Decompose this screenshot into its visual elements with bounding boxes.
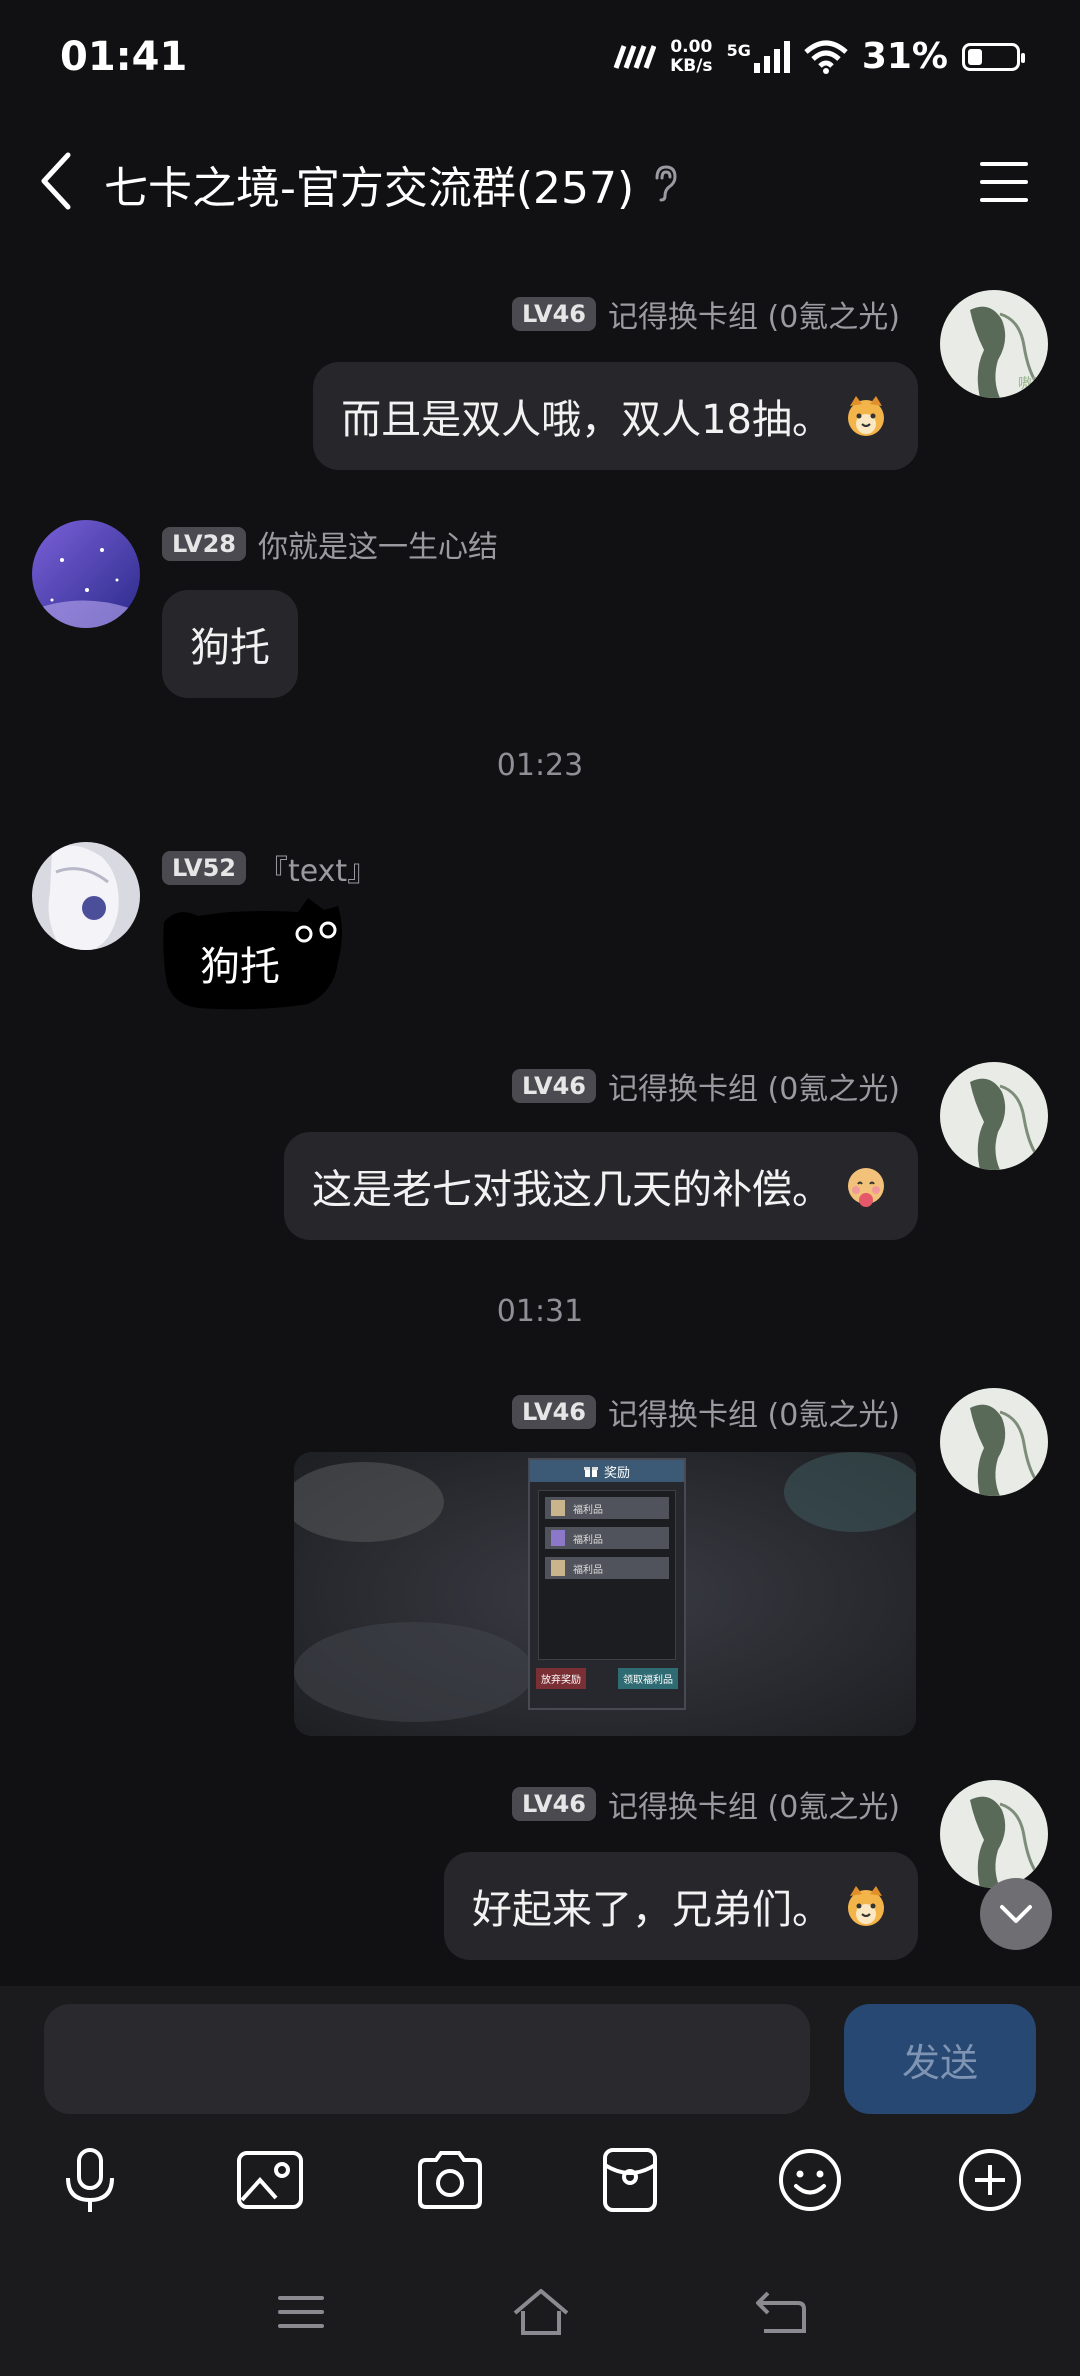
sender-name: 你就是这一生心结 [257, 530, 498, 565]
gift-icon [583, 1467, 598, 1477]
dog-emoji-icon [848, 1886, 884, 1926]
message-bubble[interactable]: 好起来了，兄弟们。 [444, 1852, 918, 1960]
avatar[interactable] [32, 842, 140, 950]
sender-meta: LV46 记得换卡组 (0氪之光) [512, 292, 900, 336]
home-button[interactable] [506, 2282, 576, 2342]
net-speed: 0.00 KB/s [670, 36, 713, 76]
level-badge: LV52 [162, 851, 246, 885]
sticker[interactable]: 狗托 [158, 892, 348, 1012]
sender-meta: LV46 记得换卡组 (0氪之光) [512, 1064, 900, 1108]
time-separator: 01:31 [496, 1294, 584, 1329]
wifi-icon [804, 40, 848, 74]
network-type: 5G [726, 40, 751, 60]
message-bubble[interactable]: 而且是双人哦，双人18抽。 [313, 362, 918, 470]
sender-name: 『text』 [257, 854, 378, 889]
page-title: 七卡之境-官方交流群(257) [104, 163, 635, 214]
dog-emoji-icon [848, 396, 884, 436]
avatar[interactable]: 嗷嗷 [940, 290, 1048, 398]
reward-claim-button: 领取福利品 [618, 1668, 678, 1689]
level-badge: LV46 [512, 1069, 596, 1103]
image-icon [237, 2151, 303, 2209]
svg-text:嗷嗷: 嗷嗷 [1018, 376, 1046, 392]
vendor-logo-icon [613, 44, 657, 69]
message-text: 狗托 [190, 625, 270, 671]
time-separator: 01:23 [496, 748, 584, 783]
scroll-to-bottom-button[interactable] [980, 1878, 1052, 1950]
microphone-icon [66, 2148, 114, 2212]
sender-name: 记得换卡组 (0氪之光) [607, 1790, 900, 1825]
sender-name: 记得换卡组 (0氪之光) [607, 1398, 900, 1433]
status-time: 01:41 [60, 34, 188, 80]
reward-dialog: 奖励 福利品 福利品 福利品 放弃奖励 领取福利品 [528, 1458, 686, 1710]
message-bubble[interactable]: 狗托 [162, 590, 298, 698]
more-button[interactable] [952, 2142, 1028, 2218]
shy-dog-emoji-icon [848, 1168, 884, 1207]
reward-item: 福利品 [545, 1557, 669, 1579]
send-button[interactable]: 发送 [844, 2004, 1036, 2114]
plus-icon [959, 2149, 1021, 2211]
reward-abandon-button: 放弃奖励 [536, 1668, 586, 1689]
recent-apps-button[interactable] [266, 2282, 336, 2342]
battery-icon [962, 42, 1025, 71]
level-badge: LV46 [512, 1395, 596, 1429]
avatar[interactable] [940, 1780, 1048, 1888]
reward-item: 福利品 [545, 1497, 669, 1519]
camera-icon [418, 2151, 482, 2209]
sender-meta: LV52 『text』 [162, 846, 377, 890]
recent-apps-icon [278, 2296, 324, 2328]
message-bubble[interactable]: 这是老七对我这几天的补偿。 [284, 1132, 918, 1240]
message-text: 这是老七对我这几天的补偿。 [312, 1167, 832, 1213]
gallery-button[interactable] [232, 2142, 308, 2218]
message-text: 好起来了，兄弟们。 [472, 1887, 832, 1933]
chevron-left-icon [41, 152, 71, 210]
sender-meta: LV46 记得换卡组 (0氪之光) [512, 1782, 900, 1826]
reward-dialog-title: 奖励 [530, 1460, 684, 1482]
back-arrow-icon [756, 2291, 806, 2333]
sender-meta: LV46 记得换卡组 (0氪之光) [512, 1390, 900, 1434]
battery-percent: 31% [861, 36, 948, 77]
sticker-text: 狗托 [200, 944, 280, 990]
avatar[interactable] [32, 520, 140, 628]
reward-item: 福利品 [545, 1527, 669, 1549]
emoji-icon [779, 2149, 841, 2211]
avatar[interactable] [940, 1388, 1048, 1496]
back-nav-button[interactable] [746, 2282, 816, 2342]
sender-meta: LV28 你就是这一生心结 [162, 522, 498, 566]
status-icons: 0.00 KB/s 5G 31% [612, 36, 1025, 77]
sender-name: 记得换卡组 (0氪之光) [607, 1072, 900, 1107]
ear-icon[interactable] [650, 163, 680, 207]
level-badge: LV28 [162, 527, 246, 561]
chevron-down-icon [1000, 1905, 1032, 1923]
level-badge: LV46 [512, 1787, 596, 1821]
message-input[interactable] [44, 2004, 810, 2114]
signal-icon [753, 40, 790, 73]
red-packet-button[interactable] [592, 2142, 668, 2218]
menu-button[interactable] [970, 156, 1036, 208]
battery-level-fill [968, 48, 982, 65]
camera-button[interactable] [412, 2142, 488, 2218]
voice-button[interactable] [52, 2142, 128, 2218]
level-badge: LV46 [512, 297, 596, 331]
avatar[interactable] [940, 1062, 1048, 1170]
red-packet-icon [603, 2148, 657, 2212]
emoji-button[interactable] [772, 2142, 848, 2218]
hamburger-icon [980, 162, 1028, 202]
message-image[interactable]: 奖励 福利品 福利品 福利品 放弃奖励 领取福利品 [294, 1452, 916, 1736]
home-icon [513, 2289, 569, 2335]
back-button[interactable] [30, 148, 80, 214]
message-text: 而且是双人哦，双人18抽。 [341, 397, 832, 443]
sender-name: 记得换卡组 (0氪之光) [607, 300, 900, 335]
